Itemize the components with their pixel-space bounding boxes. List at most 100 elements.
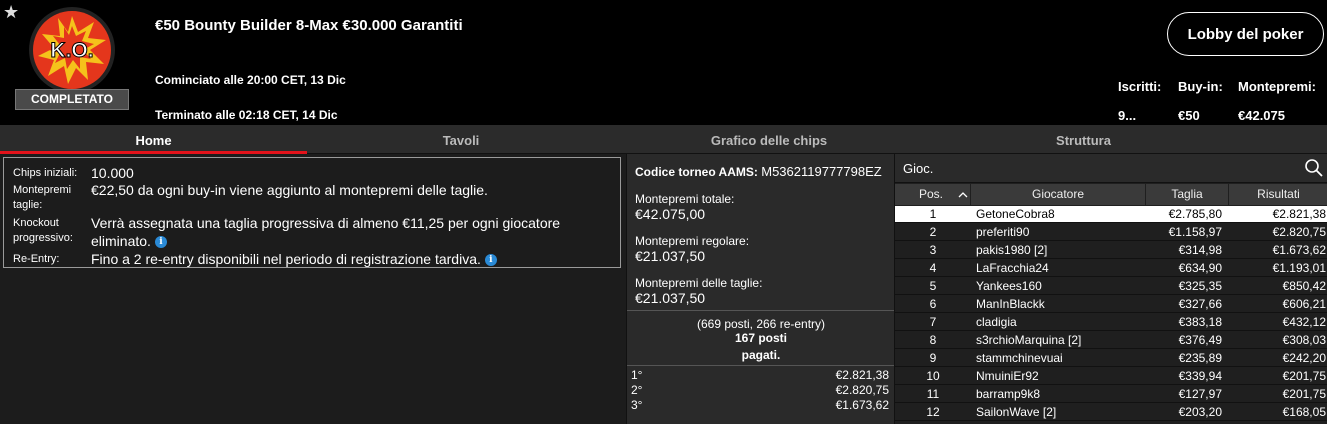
row-player-name: Yankees160 bbox=[976, 279, 1042, 293]
tab-home[interactable]: Home bbox=[0, 125, 307, 154]
poker-lobby-button[interactable]: Lobby del poker bbox=[1167, 12, 1324, 56]
table-row[interactable]: 12 SailonWave [2] €203,20 €168,05 bbox=[895, 404, 1327, 421]
column-pos-label: Pos. bbox=[919, 187, 944, 201]
row-bounty: €235,89 bbox=[1178, 351, 1222, 365]
table-row[interactable]: 11 barramp9k8 €127,97 €201,75 bbox=[895, 386, 1327, 403]
payout-place: 2° bbox=[631, 383, 643, 397]
bounty-pool-value: €22,50 da ogni buy-in viene aggiunto al … bbox=[91, 182, 488, 198]
payout-row: 1° €2.821,38 bbox=[627, 368, 895, 383]
row-position: 12 bbox=[926, 405, 940, 419]
table-row[interactable]: 1 GetoneCobra8 €2.785,80 €2.821,38 bbox=[895, 206, 1327, 223]
payout-amount: €2.821,38 bbox=[835, 368, 889, 382]
bounty-pool-label-1: Montepremi bbox=[13, 184, 72, 196]
sort-ascending-icon[interactable] bbox=[958, 191, 968, 198]
row-bounty: €634,90 bbox=[1178, 261, 1222, 275]
bounty-prize-label: Montepremi delle taglie: bbox=[635, 276, 763, 290]
search-icon[interactable] bbox=[1304, 158, 1324, 178]
row-result: €242,20 bbox=[1282, 351, 1326, 365]
row-position: 8 bbox=[929, 333, 937, 347]
players-table-header: Pos. Giocatore Taglia Risultati bbox=[895, 184, 1327, 205]
start-time: Cominciato alle 20:00 CET, 13 Dic bbox=[155, 73, 346, 87]
row-player-name: preferiti90 bbox=[976, 225, 1030, 239]
column-bounty[interactable]: Taglia bbox=[1146, 184, 1229, 205]
row-position: 5 bbox=[929, 279, 937, 293]
chips-value: 10.000 bbox=[91, 165, 134, 181]
row-bounty: €127,97 bbox=[1178, 387, 1222, 401]
row-position: 1 bbox=[929, 207, 937, 221]
bounty-prize-value: €21.037,50 bbox=[635, 290, 706, 306]
table-row[interactable]: 6 ManInBlackk €327,66 €606,21 bbox=[895, 296, 1327, 313]
row-result: €2.820,75 bbox=[1272, 225, 1326, 239]
paid-seats-text: pagati. bbox=[741, 348, 781, 362]
row-bounty: €314,98 bbox=[1178, 243, 1222, 257]
tab-tables[interactable]: Tavoli bbox=[307, 125, 615, 154]
row-result: €432,12 bbox=[1282, 315, 1326, 329]
payout-amount: €1.673,62 bbox=[835, 398, 889, 412]
knockout-value-2: eliminato. bbox=[91, 233, 151, 249]
tournament-title: €50 Bounty Builder 8-Max €30.000 Garanti… bbox=[155, 17, 463, 34]
row-result: €201,75 bbox=[1282, 387, 1326, 401]
row-position: 4 bbox=[929, 261, 937, 275]
tournament-info-panel: Chips iniziali: 10.000 Montepremi taglie… bbox=[0, 154, 626, 424]
regular-prize-label: Montepremi regolare: bbox=[635, 234, 750, 248]
row-result: €201,75 bbox=[1282, 369, 1326, 383]
column-player[interactable]: Giocatore bbox=[971, 184, 1146, 205]
row-player-name: stammchinevuai bbox=[976, 351, 1063, 365]
row-bounty: €339,94 bbox=[1178, 369, 1222, 383]
end-time: Terminato alle 02:18 CET, 14 Dic bbox=[155, 108, 338, 122]
table-row[interactable]: 10 NmuiniEr92 €339,94 €201,75 bbox=[895, 368, 1327, 385]
row-result: €1.193,01 bbox=[1272, 261, 1326, 275]
stat-buyin-value: €50 bbox=[1178, 108, 1200, 123]
aams-code: Codice torneo AAMS: M5362119777798EZ bbox=[635, 164, 882, 179]
row-player-name: NmuiniEr92 bbox=[976, 369, 1039, 383]
tab-chips-chart[interactable]: Grafico delle chips bbox=[615, 125, 840, 154]
row-position: 10 bbox=[926, 369, 940, 383]
row-result: €2.821,38 bbox=[1272, 207, 1326, 221]
knockout-info-icon[interactable]: i bbox=[154, 236, 167, 249]
aams-code-value: M5362119777798EZ bbox=[761, 164, 882, 179]
favorite-star-icon[interactable]: ★ bbox=[3, 2, 19, 23]
tab-structure[interactable]: Struttura bbox=[840, 125, 1327, 154]
stat-prizepool-label: Montepremi: bbox=[1238, 79, 1316, 94]
paid-seats-count: 167 posti bbox=[734, 331, 788, 345]
player-search-bar[interactable]: Gioc. bbox=[895, 154, 1327, 183]
row-position: 6 bbox=[929, 297, 937, 311]
table-row[interactable]: 7 cladigia €383,18 €432,12 bbox=[895, 314, 1327, 331]
row-bounty: €1.158,97 bbox=[1168, 225, 1222, 239]
table-row[interactable]: 2 preferiti90 €1.158,97 €2.820,75 bbox=[895, 224, 1327, 241]
row-player-name: pakis1980 [2] bbox=[976, 243, 1048, 257]
info-box: Chips iniziali: 10.000 Montepremi taglie… bbox=[3, 157, 621, 268]
prize-pool-panel: Codice torneo AAMS: M5362119777798EZ Mon… bbox=[626, 154, 895, 424]
row-player-name: SailonWave [2] bbox=[976, 405, 1057, 419]
column-pos[interactable]: Pos. bbox=[895, 184, 971, 205]
regular-prize-value: €21.037,50 bbox=[635, 248, 706, 264]
row-player-name: s3rchioMarquina [2] bbox=[976, 333, 1082, 347]
seats-summary: (669 posti, 266 re-entry) bbox=[696, 317, 826, 331]
table-row[interactable]: 9 stammchinevuai €235,89 €242,20 bbox=[895, 350, 1327, 367]
table-row[interactable]: 5 Yankees160 €325,35 €850,42 bbox=[895, 278, 1327, 295]
table-row[interactable]: 8 s3rchioMarquina [2] €376,49 €308,03 bbox=[895, 332, 1327, 349]
table-row[interactable]: 4 LaFracchia24 €634,90 €1.193,01 bbox=[895, 260, 1327, 277]
row-player-name: ManInBlackk bbox=[976, 297, 1045, 311]
total-prize-label: Montepremi totale: bbox=[635, 192, 735, 206]
payout-amount: €2.820,75 bbox=[835, 383, 889, 397]
reentry-value: Fino a 2 re-entry disponibili nel period… bbox=[91, 251, 481, 267]
knockout-value-1: Verrà assegnata una taglia progressiva d… bbox=[91, 215, 561, 231]
payout-place: 3° bbox=[631, 398, 643, 412]
stat-registered-value: 9... bbox=[1118, 108, 1137, 123]
knockout-value-line-2: eliminato. i bbox=[91, 232, 167, 250]
reentry-label: Re-Entry: bbox=[13, 253, 60, 265]
row-result: €308,03 bbox=[1282, 333, 1326, 347]
status-badge: COMPLETATO bbox=[15, 89, 129, 110]
divider bbox=[627, 310, 895, 311]
payout-row: 2° €2.820,75 bbox=[627, 383, 895, 398]
divider bbox=[627, 365, 895, 366]
row-position: 7 bbox=[929, 315, 937, 329]
table-row[interactable]: 3 pakis1980 [2] €314,98 €1.673,62 bbox=[895, 242, 1327, 259]
column-result[interactable]: Risultati bbox=[1229, 184, 1327, 205]
reentry-info-icon[interactable]: i bbox=[484, 254, 497, 267]
aams-code-label: Codice torneo AAMS: bbox=[635, 165, 758, 179]
total-prize-value: €42.075,00 bbox=[635, 206, 706, 222]
row-result: €1.673,62 bbox=[1272, 243, 1326, 257]
stat-buyin-label: Buy-in: bbox=[1178, 79, 1223, 94]
